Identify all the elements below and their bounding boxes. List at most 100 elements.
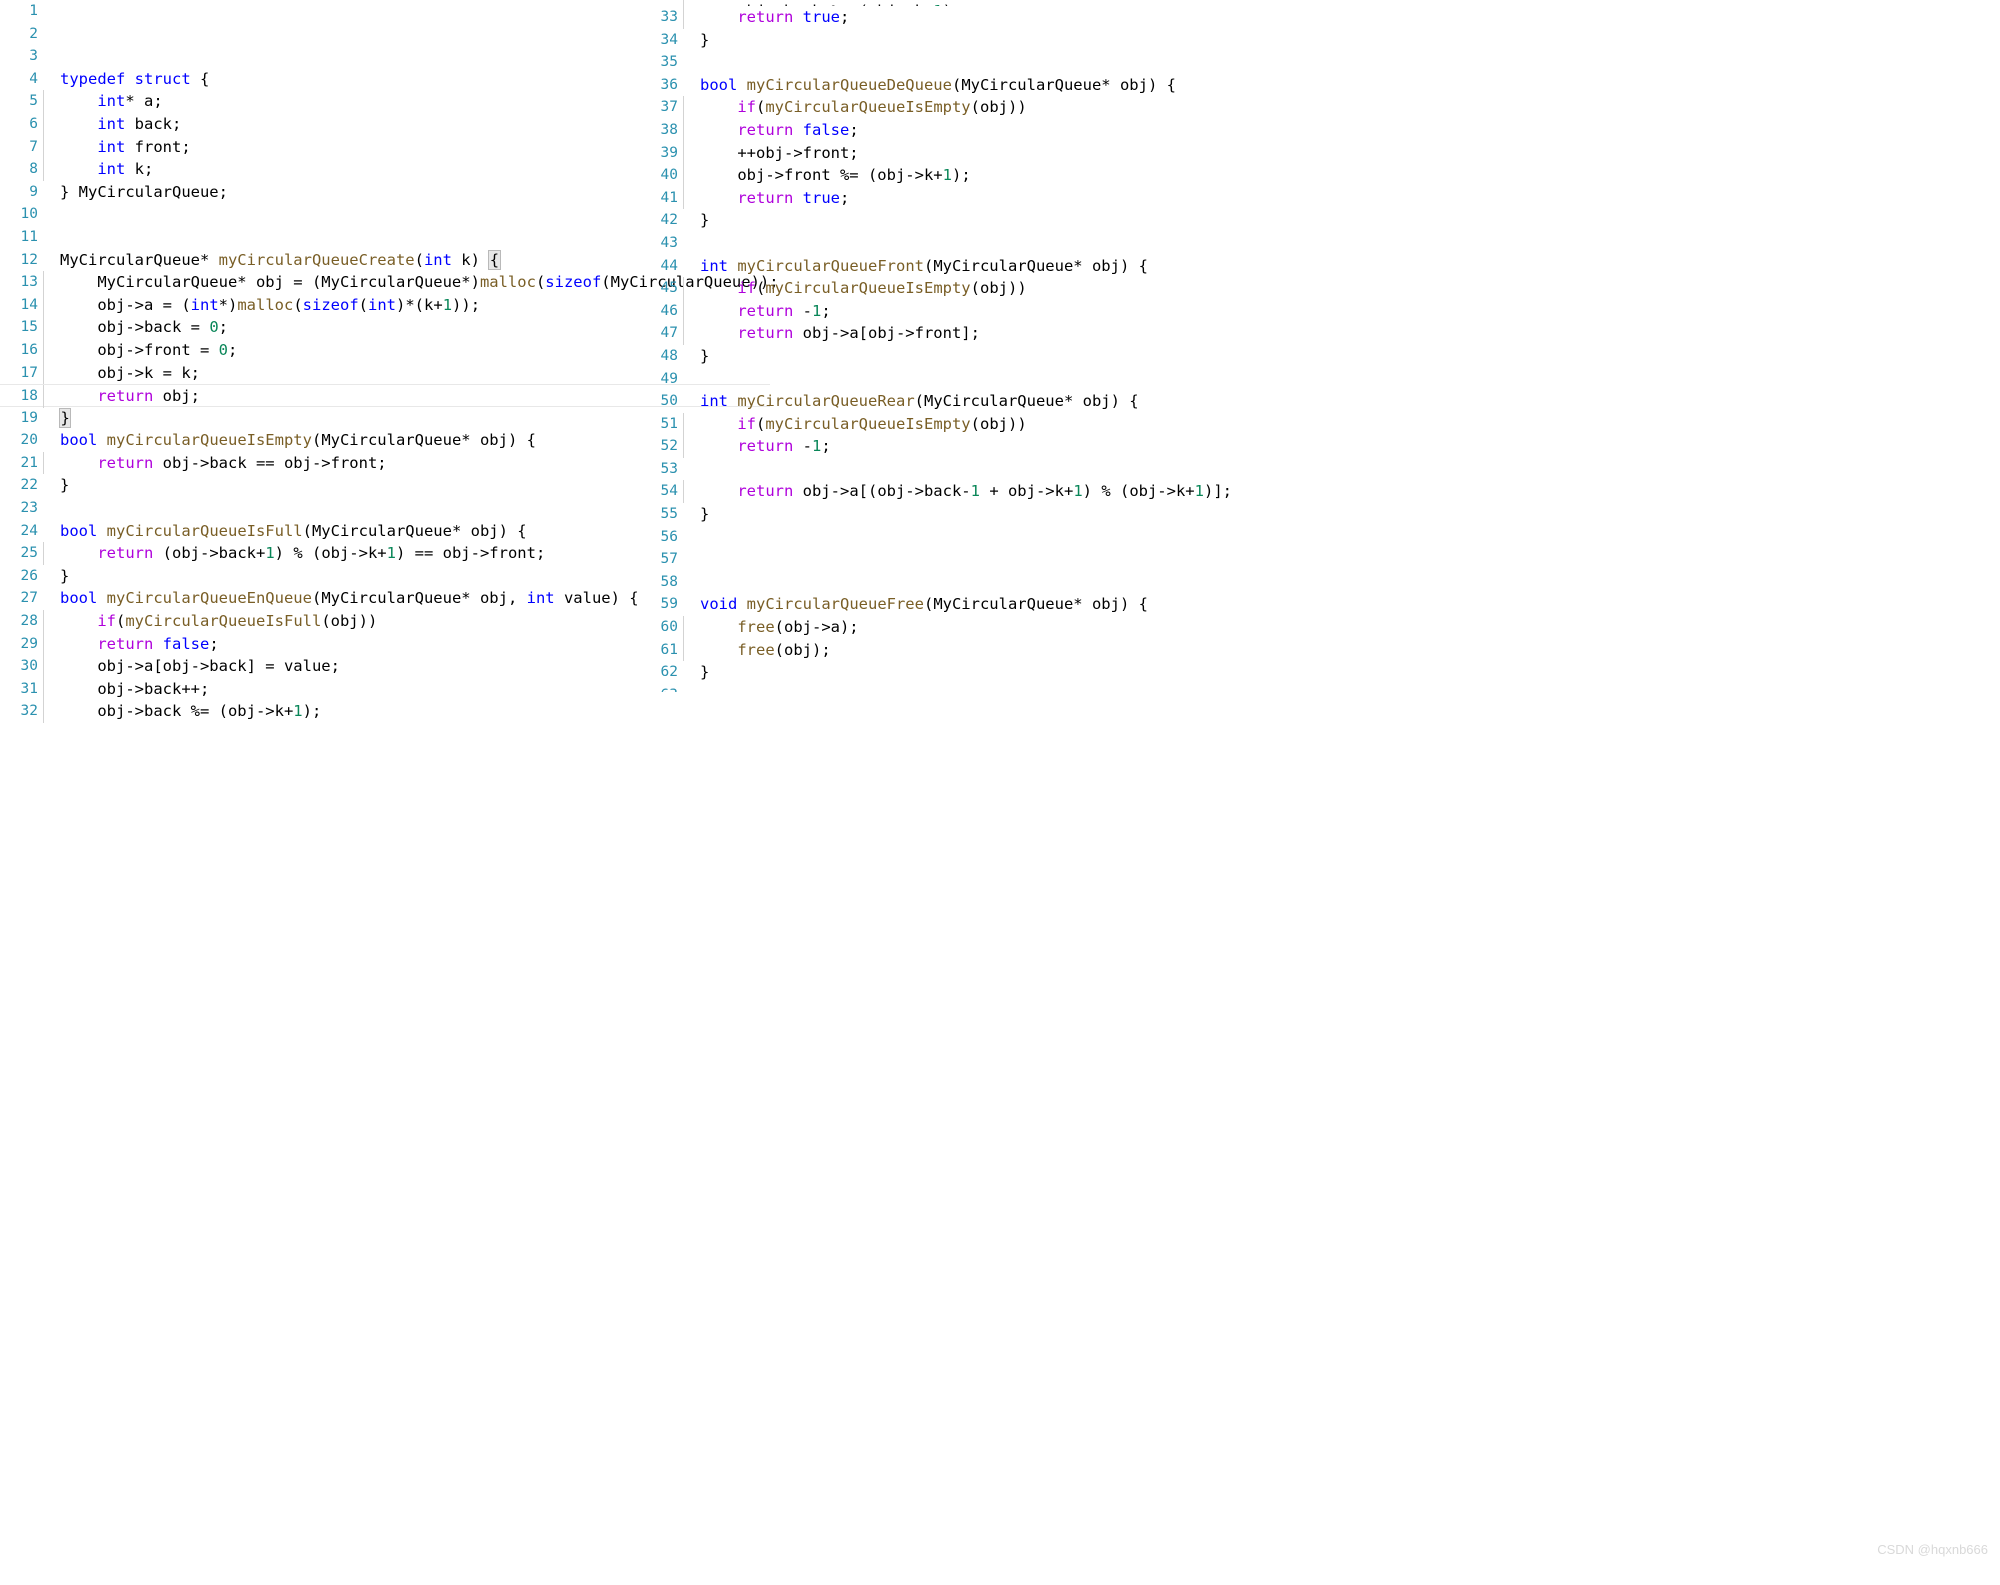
code-line[interactable]: 36 bool myCircularQueueDeQueue(MyCircula… bbox=[640, 74, 1400, 97]
line-number: 1 bbox=[29, 3, 38, 19]
code-line[interactable]: 60 free(obj->a); bbox=[640, 616, 1400, 639]
code-line[interactable]: 34 } bbox=[640, 29, 1400, 52]
line-content[interactable]: int back; bbox=[38, 112, 181, 136]
line-number: 45 bbox=[660, 280, 678, 297]
code-line[interactable]: 48 } bbox=[640, 345, 1400, 368]
code-line[interactable]: 32 obj->back %= (obj->k+1); bbox=[0, 700, 770, 723]
line-content[interactable]: if(myCircularQueueIsEmpty(obj)) bbox=[678, 96, 1027, 119]
code-line[interactable]: 46 return -1; bbox=[640, 299, 1400, 323]
line-content[interactable]: } bbox=[678, 209, 709, 232]
line-content[interactable]: obj->a = (int*)malloc(sizeof(int)*(k+1))… bbox=[38, 293, 480, 317]
line-number: 2 bbox=[29, 25, 38, 42]
line-content[interactable]: int k; bbox=[38, 158, 153, 181]
line-number: 18 bbox=[20, 388, 38, 405]
line-content[interactable]: } bbox=[678, 29, 709, 52]
line-number: 60 bbox=[660, 619, 678, 636]
line-content[interactable]: bool myCircularQueueDeQueue(MyCircularQu… bbox=[678, 74, 1176, 97]
line-content[interactable]: void myCircularQueueFree(MyCircularQueue… bbox=[678, 593, 1148, 616]
line-content[interactable]: return -1; bbox=[678, 435, 831, 458]
line-content[interactable]: bool myCircularQueueIsEmpty(MyCircularQu… bbox=[38, 429, 536, 452]
code-line[interactable]: 55 } bbox=[640, 503, 1400, 526]
line-number: 41 bbox=[660, 189, 678, 206]
code-line[interactable]: 42 } bbox=[640, 209, 1400, 232]
line-content[interactable]: return obj->back == obj->front; bbox=[38, 451, 387, 475]
code-line[interactable]: 47 return obj->a[obj->front]; bbox=[640, 322, 1400, 345]
line-content[interactable]: int front; bbox=[38, 135, 191, 159]
code-line[interactable]: 35 bbox=[640, 51, 1400, 74]
line-number: 15 bbox=[20, 319, 38, 336]
code-line[interactable]: 49 bbox=[640, 368, 1400, 391]
code-line[interactable]: 33 return true; bbox=[640, 6, 1400, 29]
line-content[interactable]: } MyCircularQueue; bbox=[38, 181, 228, 204]
line-content[interactable]: } bbox=[38, 407, 72, 430]
line-content[interactable]: int* a; bbox=[38, 90, 163, 113]
line-content[interactable]: obj->back++; bbox=[38, 677, 209, 701]
code-line[interactable]: 40 obj->front %= (obj->k+1); bbox=[640, 164, 1400, 187]
line-content[interactable]: } bbox=[38, 565, 69, 588]
line-content[interactable]: free(obj->a); bbox=[678, 616, 859, 639]
line-number: 14 bbox=[20, 296, 38, 313]
line-content[interactable]: return true; bbox=[678, 186, 849, 210]
line-number: 28 bbox=[20, 613, 38, 630]
code-line[interactable]: 41 return true; bbox=[640, 186, 1400, 210]
line-content[interactable]: ++obj->front; bbox=[678, 141, 859, 165]
code-line[interactable]: 53 bbox=[640, 458, 1400, 481]
line-number: 38 bbox=[660, 121, 678, 138]
line-number: 36 bbox=[660, 76, 678, 93]
line-number: 3 bbox=[29, 48, 38, 65]
code-line[interactable]: 58 bbox=[640, 571, 1400, 594]
code-line[interactable]: 61 free(obj); bbox=[640, 638, 1400, 662]
line-content[interactable]: } bbox=[678, 503, 709, 526]
line-number: 51 bbox=[660, 415, 678, 432]
code-line[interactable]: 45 if(myCircularQueueIsEmpty(obj)) bbox=[640, 277, 1400, 300]
line-content[interactable]: MyCircularQueue* myCircularQueueCreate(i… bbox=[38, 249, 501, 272]
code-line[interactable]: 62 } bbox=[640, 661, 1400, 684]
line-content[interactable]: } bbox=[678, 345, 709, 368]
code-line[interactable]: 44 int myCircularQueueFront(MyCircularQu… bbox=[640, 255, 1400, 278]
line-content[interactable]: typedef struct { bbox=[38, 68, 209, 91]
line-content[interactable]: bool myCircularQueueEnQueue(MyCircularQu… bbox=[38, 587, 639, 610]
code-line[interactable]: 37 if(myCircularQueueIsEmpty(obj)) bbox=[640, 96, 1400, 119]
line-content[interactable]: obj->a[obj->back] = value; bbox=[38, 655, 340, 678]
line-content[interactable]: obj->front %= (obj->k+1); bbox=[678, 164, 971, 187]
line-content[interactable]: return false; bbox=[38, 632, 219, 656]
line-content[interactable]: return (obj->back+1) % (obj->k+1) == obj… bbox=[38, 542, 545, 565]
code-line[interactable]: 43 bbox=[640, 232, 1400, 255]
line-content[interactable]: return true; bbox=[678, 6, 849, 29]
line-number: 20 bbox=[20, 432, 38, 449]
line-number: 10 bbox=[20, 206, 38, 223]
code-column-right[interactable]: obj->back %= (obj->k+1); 33 return true;… bbox=[640, 0, 1400, 692]
line-content[interactable]: return obj; bbox=[38, 385, 200, 408]
code-line[interactable]: 39 ++obj->front; bbox=[640, 141, 1400, 165]
line-content[interactable]: bool myCircularQueueIsFull(MyCircularQue… bbox=[38, 520, 527, 543]
line-content[interactable]: obj->front = 0; bbox=[38, 338, 237, 362]
code-line[interactable]: 52 return -1; bbox=[640, 435, 1400, 458]
code-line[interactable]: 50 int myCircularQueueRear(MyCircularQue… bbox=[640, 390, 1400, 413]
code-line[interactable]: 54 return obj->a[(obj->back-1 + obj->k+1… bbox=[640, 480, 1400, 503]
line-number: 13 bbox=[20, 274, 38, 291]
code-line[interactable]: 38 return false; bbox=[640, 118, 1400, 142]
line-content[interactable]: return false; bbox=[678, 118, 859, 142]
line-number: 40 bbox=[660, 167, 678, 184]
line-content[interactable]: } bbox=[38, 474, 69, 497]
code-line[interactable]: 59 void myCircularQueueFree(MyCircularQu… bbox=[640, 593, 1400, 616]
code-line[interactable]: 51 if(myCircularQueueIsEmpty(obj)) bbox=[640, 412, 1400, 436]
line-content[interactable]: if(myCircularQueueIsEmpty(obj)) bbox=[678, 412, 1027, 436]
line-content[interactable]: int myCircularQueueRear(MyCircularQueue*… bbox=[678, 390, 1139, 413]
line-content[interactable]: if(myCircularQueueIsFull(obj)) bbox=[38, 610, 377, 633]
line-content[interactable]: obj->k = k; bbox=[38, 361, 200, 385]
line-content[interactable]: int myCircularQueueFront(MyCircularQueue… bbox=[678, 255, 1148, 278]
line-number: 33 bbox=[660, 9, 678, 25]
line-content[interactable]: return obj->a[(obj->back-1 + obj->k+1) %… bbox=[678, 480, 1232, 503]
code-line[interactable]: 56 bbox=[640, 526, 1400, 549]
line-content[interactable]: free(obj); bbox=[678, 638, 831, 662]
code-line[interactable]: 57 bbox=[640, 548, 1400, 571]
line-number: 55 bbox=[660, 506, 678, 523]
line-content[interactable]: obj->back %= (obj->k+1); bbox=[38, 700, 321, 723]
line-content[interactable]: return -1; bbox=[678, 299, 831, 323]
line-content[interactable]: } bbox=[678, 661, 709, 684]
line-content[interactable]: obj->back = 0; bbox=[38, 316, 228, 339]
line-content[interactable]: if(myCircularQueueIsEmpty(obj)) bbox=[678, 277, 1027, 300]
line-number: 47 bbox=[660, 325, 678, 342]
line-content[interactable]: return obj->a[obj->front]; bbox=[678, 322, 980, 345]
